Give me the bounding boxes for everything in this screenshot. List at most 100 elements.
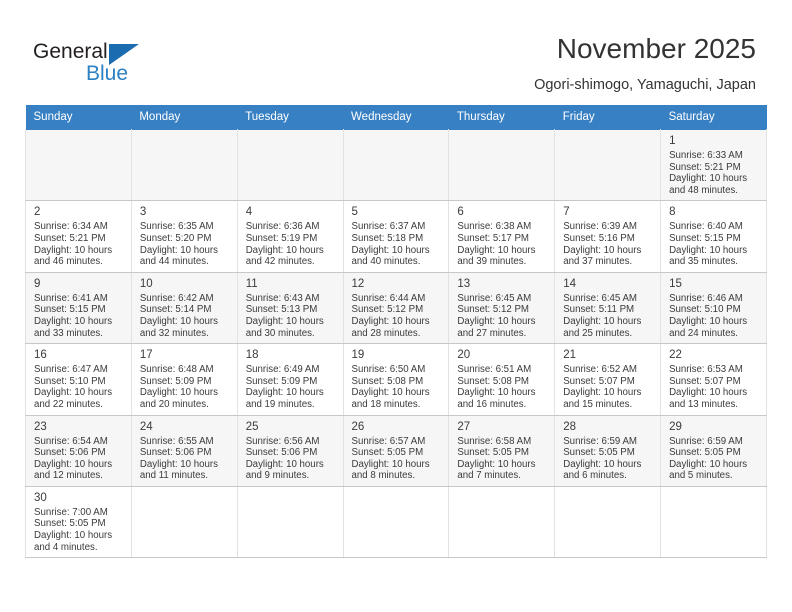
calendar-day-cell[interactable]: 29 Sunrise: 6:59 AM Sunset: 5:05 PM Dayli… (660, 414, 767, 487)
calendar-day-cell[interactable]: 28 Sunrise: 6:59 AM Sunset: 5:05 PM Dayli… (554, 414, 662, 487)
day-sun-info: Sunrise: 6:39 AM Sunset: 5:16 PM Dayligh… (563, 221, 642, 268)
day-number: 15 (669, 277, 682, 290)
calendar-cell-empty (448, 485, 556, 559)
calendar-week-row: 1 Sunrise: 6:33 AM Sunset: 5:21 PM Daylig… (25, 128, 767, 202)
day-number: 13 (457, 277, 471, 290)
calendar-cell-empty (660, 485, 767, 559)
logo-text-blue: Blue (86, 62, 129, 85)
calendar-day-cell[interactable]: 26 Sunrise: 6:57 AM Sunset: 5:05 PM Dayli… (342, 414, 450, 487)
day-number: 5 (351, 206, 358, 219)
calendar-day-cell[interactable]: 11 Sunrise: 6:43 AM Sunset: 5:13 PM Dayli… (236, 271, 344, 345)
day-sun-info: Sunrise: 6:37 AM Sunset: 5:18 PM Dayligh… (351, 221, 430, 268)
calendar-day-cell[interactable]: 25 Sunrise: 6:56 AM Sunset: 5:06 PM Dayli… (236, 414, 344, 487)
calendar-cell-empty (342, 485, 450, 559)
calendar-day-cell[interactable]: 15 Sunrise: 6:46 AM Sunset: 5:10 PM Dayli… (660, 271, 767, 345)
calendar-week-row: 23 Sunrise: 6:54 AM Sunset: 5:06 PM Dayli… (25, 414, 767, 487)
day-sun-info: Sunrise: 6:33 AM Sunset: 5:21 PM Dayligh… (669, 150, 748, 196)
calendar-header-row: Sunday Monday Tuesday Wednesday Thursday… (25, 105, 767, 130)
day-sun-info: Sunrise: 6:44 AM Sunset: 5:12 PM Dayligh… (351, 292, 430, 339)
calendar-day-cell[interactable]: 12 Sunrise: 6:44 AM Sunset: 5:12 PM Dayli… (342, 271, 450, 345)
calendar-day-cell[interactable]: 17 Sunrise: 6:48 AM Sunset: 5:09 PM Dayli… (130, 343, 238, 416)
day-number: 23 (34, 420, 47, 433)
calendar-day-cell[interactable]: 22 Sunrise: 6:53 AM Sunset: 5:07 PM Dayli… (660, 343, 767, 416)
day-sun-info: Sunrise: 6:55 AM Sunset: 5:06 PM Dayligh… (139, 435, 218, 482)
day-number: 2 (34, 206, 41, 219)
day-sun-info: Sunrise: 6:53 AM Sunset: 5:07 PM Dayligh… (669, 364, 748, 410)
calendar-week-row: 2 Sunrise: 6:34 AM Sunset: 5:21 PM Daylig… (25, 200, 767, 273)
calendar-day-cell[interactable]: 19 Sunrise: 6:50 AM Sunset: 5:08 PM Dayli… (342, 343, 450, 416)
calendar-day-cell[interactable]: 10 Sunrise: 6:42 AM Sunset: 5:14 PM Dayli… (130, 271, 238, 345)
calendar-day-cell[interactable]: 27 Sunrise: 6:58 AM Sunset: 5:05 PM Dayli… (448, 414, 556, 487)
calendar-cell-empty (130, 485, 238, 559)
day-number: 29 (669, 420, 682, 433)
day-sun-info: Sunrise: 6:50 AM Sunset: 5:08 PM Dayligh… (351, 364, 430, 410)
calendar-day-cell[interactable]: 23 Sunrise: 6:54 AM Sunset: 5:06 PM Dayli… (25, 414, 132, 487)
calendar-cell-empty (130, 128, 238, 202)
calendar-day-cell[interactable]: 9 Sunrise: 6:41 AM Sunset: 5:15 PM Daylig… (25, 271, 132, 345)
day-number: 19 (351, 349, 365, 362)
calendar-day-cell[interactable]: 20 Sunrise: 6:51 AM Sunset: 5:08 PM Dayli… (448, 343, 556, 416)
day-sun-info: Sunrise: 6:54 AM Sunset: 5:06 PM Dayligh… (34, 435, 113, 482)
day-number: 28 (563, 420, 577, 433)
day-sun-info: Sunrise: 6:58 AM Sunset: 5:05 PM Dayligh… (457, 435, 536, 482)
calendar-day-cell[interactable]: 24 Sunrise: 6:55 AM Sunset: 5:06 PM Dayli… (130, 414, 238, 487)
calendar-day-cell[interactable]: 16 Sunrise: 6:47 AM Sunset: 5:10 PM Dayli… (25, 343, 132, 416)
calendar-day-cell[interactable]: 7 Sunrise: 6:39 AM Sunset: 5:16 PM Daylig… (554, 200, 662, 273)
calendar-page: General Blue November 2025 Ogori-shimogo… (0, 0, 792, 612)
day-sun-info: Sunrise: 6:43 AM Sunset: 5:13 PM Dayligh… (245, 292, 324, 339)
day-sun-info: Sunrise: 7:00 AM Sunset: 5:05 PM Dayligh… (34, 506, 113, 553)
calendar-day-cell[interactable]: 14 Sunrise: 6:45 AM Sunset: 5:11 PM Dayli… (554, 271, 662, 345)
calendar-cell-empty (448, 128, 556, 202)
page-title: November 2025 (556, 33, 756, 64)
day-number: 20 (457, 349, 471, 362)
weekday-header-thursday: Thursday (448, 105, 555, 130)
day-sun-info: Sunrise: 6:34 AM Sunset: 5:21 PM Dayligh… (34, 221, 113, 268)
day-number: 27 (457, 420, 471, 433)
general-blue-logo[interactable]: General Blue (33, 40, 148, 88)
day-sun-info: Sunrise: 6:57 AM Sunset: 5:05 PM Dayligh… (351, 435, 430, 482)
calendar-day-cell[interactable]: 3 Sunrise: 6:35 AM Sunset: 5:20 PM Daylig… (130, 200, 238, 273)
calendar-day-cell[interactable]: 5 Sunrise: 6:37 AM Sunset: 5:18 PM Daylig… (342, 200, 450, 273)
day-number: 26 (351, 420, 365, 433)
page-subtitle: Ogori-shimogo, Yamaguchi, Japan (534, 77, 756, 93)
day-sun-info: Sunrise: 6:51 AM Sunset: 5:08 PM Dayligh… (457, 364, 536, 410)
calendar-cell-empty (554, 128, 662, 202)
day-number: 17 (139, 349, 153, 362)
day-sun-info: Sunrise: 6:42 AM Sunset: 5:14 PM Dayligh… (139, 292, 218, 339)
calendar-day-cell[interactable]: 4 Sunrise: 6:36 AM Sunset: 5:19 PM Daylig… (236, 200, 344, 273)
day-sun-info: Sunrise: 6:59 AM Sunset: 5:05 PM Dayligh… (563, 435, 642, 482)
calendar-day-cell[interactable]: 13 Sunrise: 6:45 AM Sunset: 5:12 PM Dayli… (448, 271, 556, 345)
day-number: 21 (563, 349, 577, 362)
day-number: 10 (139, 277, 153, 290)
day-number: 25 (245, 420, 259, 433)
day-sun-info: Sunrise: 6:38 AM Sunset: 5:17 PM Dayligh… (457, 221, 536, 268)
logo-text-general: General (33, 40, 108, 63)
calendar-day-cell[interactable]: 21 Sunrise: 6:52 AM Sunset: 5:07 PM Dayli… (554, 343, 662, 416)
day-number: 12 (351, 277, 365, 290)
weekday-header-tuesday: Tuesday (237, 105, 344, 130)
day-sun-info: Sunrise: 6:47 AM Sunset: 5:10 PM Dayligh… (34, 364, 113, 410)
calendar-cell-empty (236, 485, 344, 559)
calendar-day-cell[interactable]: 2 Sunrise: 6:34 AM Sunset: 5:21 PM Daylig… (25, 200, 132, 273)
calendar-day-cell[interactable]: 1 Sunrise: 6:33 AM Sunset: 5:21 PM Daylig… (660, 128, 767, 202)
calendar-week-row: 16 Sunrise: 6:47 AM Sunset: 5:10 PM Dayli… (25, 343, 767, 416)
day-sun-info: Sunrise: 6:45 AM Sunset: 5:12 PM Dayligh… (457, 292, 536, 339)
day-sun-info: Sunrise: 6:40 AM Sunset: 5:15 PM Dayligh… (669, 221, 748, 268)
day-sun-info: Sunrise: 6:36 AM Sunset: 5:19 PM Dayligh… (245, 221, 324, 268)
day-number: 22 (669, 349, 682, 362)
day-sun-info: Sunrise: 6:46 AM Sunset: 5:10 PM Dayligh… (669, 292, 748, 339)
calendar-day-cell[interactable]: 6 Sunrise: 6:38 AM Sunset: 5:17 PM Daylig… (448, 200, 556, 273)
day-number: 14 (563, 277, 577, 290)
day-number: 8 (669, 206, 676, 219)
calendar-week-row: 30 Sunrise: 7:00 AM Sunset: 5:05 PM Dayli… (25, 485, 767, 559)
calendar-cell-empty (342, 128, 450, 202)
day-sun-info: Sunrise: 6:48 AM Sunset: 5:09 PM Dayligh… (139, 364, 218, 410)
calendar-day-cell[interactable]: 18 Sunrise: 6:49 AM Sunset: 5:09 PM Dayli… (236, 343, 344, 416)
calendar-day-cell[interactable]: 8 Sunrise: 6:40 AM Sunset: 5:15 PM Daylig… (660, 200, 767, 273)
calendar-cell-empty (236, 128, 344, 202)
weekday-header-sunday: Sunday (25, 105, 132, 130)
calendar-day-cell[interactable]: 30 Sunrise: 7:00 AM Sunset: 5:05 PM Dayli… (25, 485, 132, 559)
day-number: 24 (139, 420, 153, 433)
day-number: 3 (139, 206, 147, 219)
weekday-header-wednesday: Wednesday (343, 105, 449, 130)
